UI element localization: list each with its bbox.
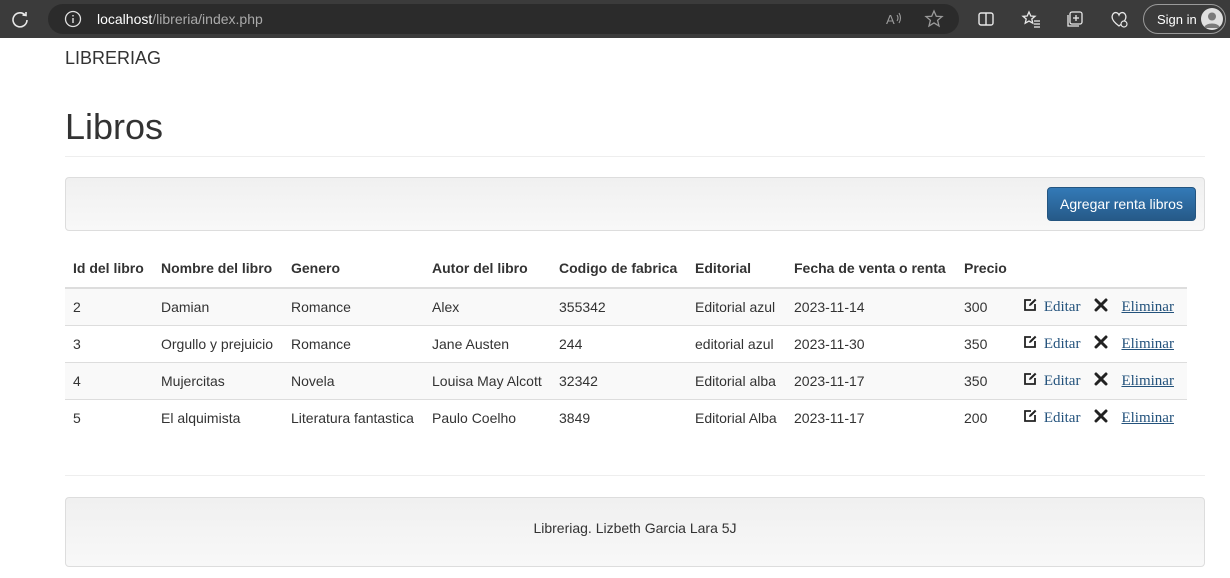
remove-icon[interactable]	[1094, 335, 1108, 349]
action-bar: Agregar renta libros	[65, 177, 1205, 231]
cell-code: 32342	[551, 361, 687, 399]
cell-date: 2023-11-14	[786, 287, 956, 325]
cell-price: 350	[956, 324, 1015, 362]
cell-publisher: Editorial alba	[687, 361, 786, 399]
column-header-date: Fecha de venta o renta	[786, 249, 956, 289]
cell-id: 2	[65, 287, 153, 325]
info-icon[interactable]	[64, 10, 82, 28]
edit-link[interactable]: Editar	[1044, 336, 1081, 352]
cell-actions: Editar Eliminar	[1014, 361, 1187, 399]
column-header-author: Autor del libro	[424, 249, 551, 289]
cell-date: 2023-11-30	[786, 324, 956, 362]
column-header-actions	[1014, 249, 1187, 289]
url-path: /libreria/index.php	[152, 11, 263, 27]
cell-name: Damian	[153, 287, 283, 325]
cell-code: 3849	[551, 398, 687, 436]
sign-in-button[interactable]: Sign in	[1143, 4, 1226, 34]
column-header-genre: Genero	[283, 249, 424, 289]
column-header-name: Nombre del libro	[153, 249, 283, 289]
navbar-brand[interactable]: LIBRERIAG	[65, 48, 161, 69]
favorite-star-icon[interactable]	[924, 9, 944, 29]
remove-icon[interactable]	[1094, 409, 1108, 423]
cell-publisher: Editorial azul	[687, 287, 786, 325]
column-header-id: Id del libro	[65, 249, 153, 289]
url-text[interactable]: localhost/libreria/index.php	[97, 11, 263, 27]
edit-icon[interactable]	[1023, 335, 1037, 349]
cell-id: 5	[65, 398, 153, 436]
cell-name: El alquimista	[153, 398, 283, 436]
split-screen-icon[interactable]	[976, 9, 996, 29]
read-aloud-icon[interactable]: A	[884, 9, 904, 29]
collections-icon[interactable]	[1065, 9, 1085, 29]
edit-icon[interactable]	[1023, 298, 1037, 312]
url-host: localhost	[97, 11, 153, 27]
divider	[65, 475, 1205, 476]
browser-essentials-icon[interactable]	[1109, 9, 1129, 29]
cell-genre: Romance	[283, 324, 424, 362]
delete-link[interactable]: Eliminar	[1121, 410, 1174, 426]
cell-author: Louisa May Alcott	[424, 361, 551, 399]
delete-link[interactable]: Eliminar	[1121, 299, 1174, 315]
sign-in-label: Sign in	[1157, 12, 1197, 27]
svg-text:A: A	[886, 12, 895, 27]
edit-link[interactable]: Editar	[1044, 373, 1081, 389]
cell-genre: Novela	[283, 361, 424, 399]
table-header-row: Id del libro Nombre del libro Genero Aut…	[65, 249, 1187, 289]
column-header-code: Codigo de fabrica	[551, 249, 687, 289]
cell-code: 355342	[551, 287, 687, 325]
cell-price: 300	[956, 287, 1015, 325]
remove-icon[interactable]	[1094, 298, 1108, 312]
cell-name: Mujercitas	[153, 361, 283, 399]
table-row: 4 Mujercitas Novela Louisa May Alcott 32…	[65, 361, 1187, 399]
footer-text: Libreriag. Lizbeth Garcia Lara 5J	[533, 520, 737, 536]
edit-icon[interactable]	[1023, 409, 1037, 423]
add-rental-button[interactable]: Agregar renta libros	[1047, 187, 1196, 221]
cell-price: 200	[956, 398, 1015, 436]
divider	[65, 156, 1205, 157]
remove-icon[interactable]	[1094, 372, 1108, 386]
cell-id: 4	[65, 361, 153, 399]
cell-id: 3	[65, 324, 153, 362]
delete-link[interactable]: Eliminar	[1121, 373, 1174, 389]
page-content: LIBRERIAG Libros Agregar renta libros Id…	[0, 38, 1230, 578]
cell-price: 350	[956, 361, 1015, 399]
reload-icon[interactable]	[10, 9, 30, 29]
column-header-price: Precio	[956, 249, 1015, 289]
cell-date: 2023-11-17	[786, 361, 956, 399]
table-row: 5 El alquimista Literatura fantastica Pa…	[65, 398, 1187, 436]
edit-link[interactable]: Editar	[1044, 299, 1081, 315]
favorites-icon[interactable]	[1021, 9, 1041, 29]
table-row: 2 Damian Romance Alex 355342 Editorial a…	[65, 287, 1187, 325]
books-table: Id del libro Nombre del libro Genero Aut…	[65, 249, 1187, 436]
edit-link[interactable]: Editar	[1044, 410, 1081, 426]
cell-author: Alex	[424, 287, 551, 325]
cell-genre: Literatura fantastica	[283, 398, 424, 436]
cell-name: Orgullo y prejuicio	[153, 324, 283, 362]
footer: Libreriag. Lizbeth Garcia Lara 5J	[65, 497, 1205, 567]
cell-publisher: editorial azul	[687, 324, 786, 362]
cell-author: Paulo Coelho	[424, 398, 551, 436]
avatar-icon	[1201, 8, 1223, 30]
cell-actions: Editar Eliminar	[1014, 324, 1187, 362]
page-title: Libros	[65, 106, 164, 147]
browser-toolbar: localhost/libreria/index.php A Sign in	[0, 0, 1230, 38]
table-row: 3 Orgullo y prejuicio Romance Jane Auste…	[65, 324, 1187, 362]
cell-actions: Editar Eliminar	[1014, 287, 1187, 325]
column-header-publisher: Editorial	[687, 249, 786, 289]
delete-link[interactable]: Eliminar	[1121, 336, 1174, 352]
edit-icon[interactable]	[1023, 372, 1037, 386]
cell-actions: Editar Eliminar	[1014, 398, 1187, 436]
cell-genre: Romance	[283, 287, 424, 325]
cell-date: 2023-11-17	[786, 398, 956, 436]
cell-code: 244	[551, 324, 687, 362]
cell-publisher: Editorial Alba	[687, 398, 786, 436]
cell-author: Jane Austen	[424, 324, 551, 362]
